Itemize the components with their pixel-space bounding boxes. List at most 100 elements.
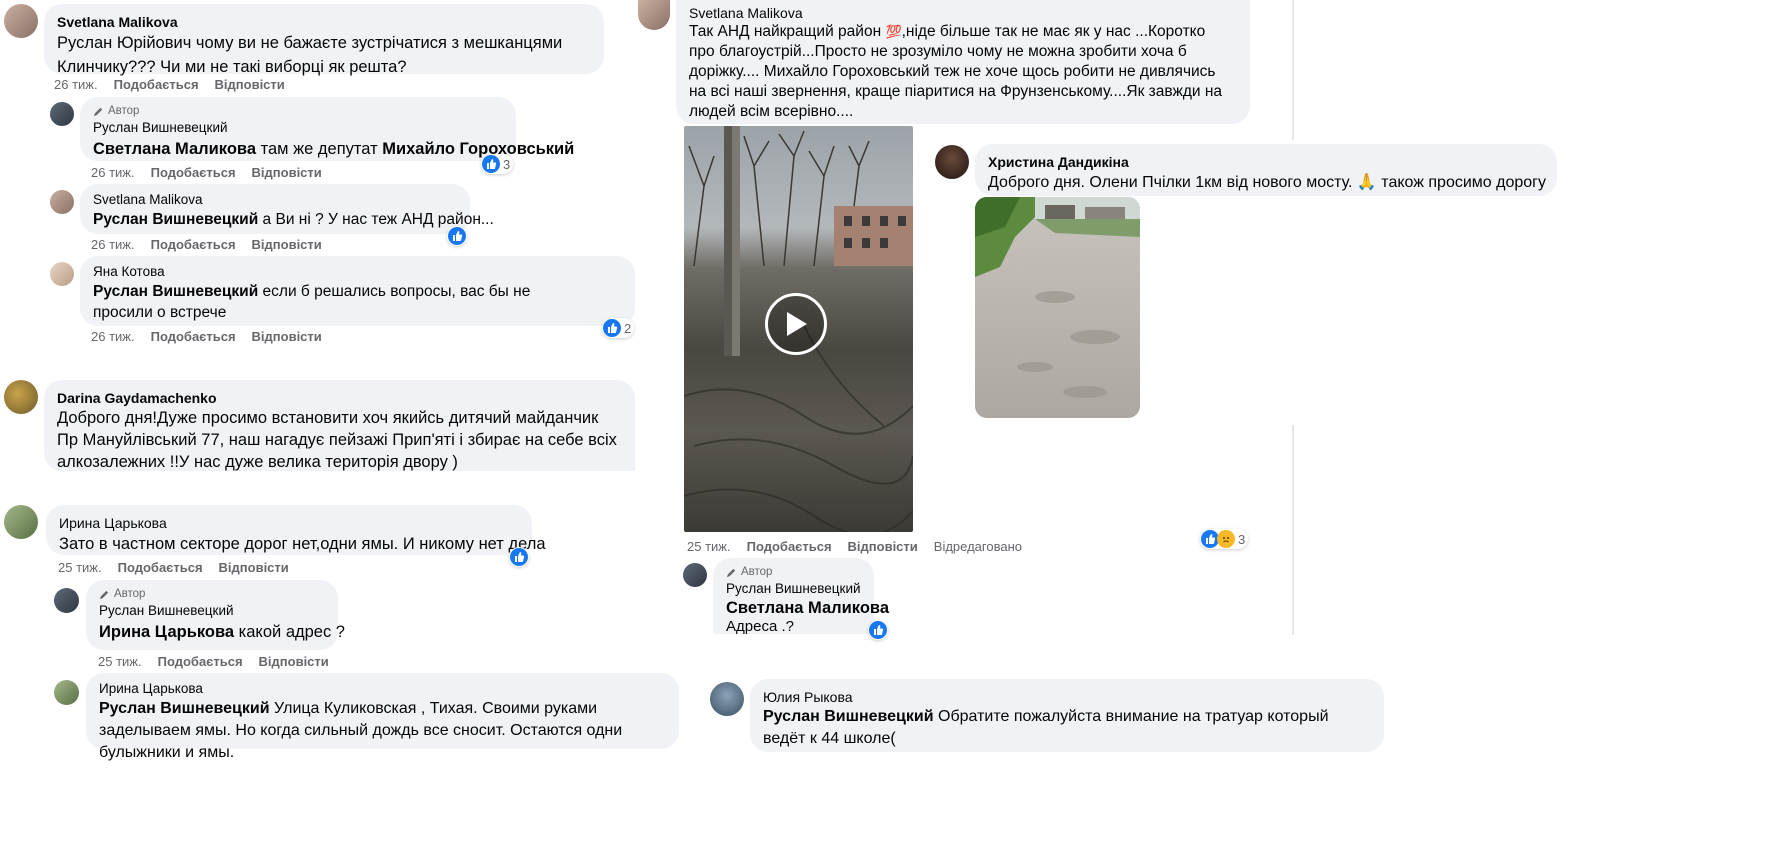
comment-text-part: какой адрес ? (234, 623, 345, 641)
thumbs-up-icon (869, 621, 887, 639)
avatar[interactable] (50, 190, 74, 214)
comment-meta: 26 тиж. Подобається Відповісти (54, 77, 301, 92)
reaction-count[interactable]: 2 (602, 318, 635, 338)
comment-time[interactable]: 26 тиж. (91, 165, 135, 180)
like-link[interactable]: Подобається (114, 77, 199, 92)
avatar[interactable] (710, 682, 744, 716)
avatar[interactable] (638, 0, 670, 30)
comment-author[interactable]: Яна Котова (93, 263, 622, 281)
reply-link[interactable]: Відповісти (252, 165, 322, 180)
comment-meta: 25 тиж. Подобається Відповісти Відредагован… (687, 539, 1038, 554)
reply-link[interactable]: Відповісти (252, 237, 322, 252)
avatar[interactable] (50, 102, 74, 126)
mention-link[interactable]: Светлана Маликова (726, 599, 889, 617)
comment-author[interactable]: Руслан Вишневецкий (726, 580, 861, 598)
pencil-icon (99, 590, 109, 599)
reply-link[interactable]: Відповісти (252, 329, 322, 344)
comment-text: Светлана Маликова там же депутат Михайло… (93, 137, 574, 161)
reaction-count[interactable] (868, 620, 888, 640)
reaction-number: 3 (1238, 531, 1246, 547)
reaction-count[interactable]: 3 (481, 154, 514, 174)
comment-author[interactable]: Руслан Вишневецкий (93, 119, 503, 137)
comment-text: Доброго дня!Дуже просимо встановити хоч … (57, 409, 617, 471)
mention-link[interactable]: Светлана Маликова (93, 140, 256, 158)
comment-text-part: там же депутат (256, 140, 383, 158)
mention-link[interactable]: Руслан Вишневецкий (93, 283, 258, 300)
comment-text: Руслан Вишневецкий Улица Куликовская , Т… (99, 698, 674, 764)
comment-time[interactable]: 26 тиж. (54, 77, 98, 92)
avatar[interactable] (935, 145, 969, 179)
comment-mention: Светлана Маликова (726, 598, 889, 618)
mention-link[interactable]: Михайло Гороховський (382, 140, 574, 158)
comment-author[interactable]: Руслан Вишневецкий (99, 602, 325, 620)
mention-link[interactable]: Руслан Вишневецкий (93, 211, 258, 228)
comment-time[interactable]: 25 тиж. (687, 539, 731, 554)
avatar[interactable] (4, 505, 38, 539)
reaction-count[interactable]: 3 (1200, 529, 1249, 549)
reply-link[interactable]: Відповісти (848, 539, 918, 554)
author-tag-label: Автор (114, 588, 146, 600)
comment-meta: 25 тиж. Подобається Відповісти (58, 560, 305, 575)
comment-author[interactable]: Svetlana Malikova (93, 191, 457, 209)
comment-author[interactable]: Svetlana Malikova (57, 13, 591, 31)
like-link[interactable]: Подобається (151, 237, 236, 252)
reaction-count[interactable] (509, 547, 529, 567)
comment-text: Доброго дня. Олени Пчілки 1км від нового… (988, 171, 1546, 195)
author-tag: Автор (99, 586, 325, 602)
comment-bubble: Юлия Рыкова Руслан Вишневецкий Обратите … (750, 679, 1384, 752)
reaction-count[interactable] (447, 226, 467, 246)
play-icon[interactable] (765, 293, 827, 355)
comment-text: Руслан Вишневецкий а Ви ні ? У нас теж А… (93, 209, 494, 231)
comment-author[interactable]: Ирина Царькова (99, 680, 666, 698)
like-link[interactable]: Подобається (151, 329, 236, 344)
comment-author[interactable]: Ирина Царькова (59, 514, 519, 532)
photo-attachment[interactable] (975, 197, 1140, 418)
avatar[interactable] (54, 680, 79, 705)
edited-label[interactable]: Відредаговано (934, 539, 1022, 554)
hundred-emoji-icon: 💯 (885, 24, 902, 39)
comment-author[interactable]: Darina Gaydamachenko (57, 389, 622, 407)
comment-time[interactable]: 25 тиж. (98, 654, 142, 669)
comment-time[interactable]: 26 тиж. (91, 237, 135, 252)
comment-bubble: Ирина Царькова Руслан Вишневецкий Улица … (86, 673, 679, 761)
road-photo (975, 197, 1140, 398)
comment-bubble: Яна Котова Руслан Вишневецкий если б реш… (80, 256, 635, 326)
comment-text: Ирина Царькова какой адрес ? (99, 620, 345, 644)
avatar[interactable] (683, 563, 707, 587)
comment-author[interactable]: Svetlana Malikova (689, 4, 1237, 22)
reply-link[interactable]: Відповісти (259, 654, 329, 669)
comment-author[interactable]: Юлия Рыкова (763, 688, 1371, 706)
like-link[interactable]: Подобається (151, 165, 236, 180)
avatar[interactable] (54, 588, 79, 613)
comment-meta: 26 тиж. Подобається Відповісти (91, 165, 338, 180)
like-link[interactable]: Подобається (118, 560, 203, 575)
pencil-icon (726, 568, 736, 577)
comment-bubble: Автор Руслан Вишневецкий Ирина Царькова … (86, 580, 345, 650)
comment-text: Так АНД найкращий район 💯,ніде більше та… (689, 22, 1224, 122)
comment-author[interactable]: Христина Дандикіна (988, 153, 1544, 171)
video-attachment[interactable] (684, 126, 913, 532)
thumbs-up-icon (482, 155, 500, 173)
avatar[interactable] (4, 4, 38, 38)
avatar[interactable] (50, 262, 74, 286)
author-tag-label: Автор (108, 105, 140, 117)
comment-bubble: Автор Руслан Вишневецкий Светлана Малико… (80, 97, 574, 161)
pencil-icon (93, 107, 103, 116)
comment-time[interactable]: 26 тиж. (91, 329, 135, 344)
avatar[interactable] (4, 380, 38, 414)
comment-meta: 25 тиж. Подобається Відповісти (98, 654, 345, 669)
like-link[interactable]: Подобається (158, 654, 243, 669)
author-tag: Автор (93, 103, 503, 119)
mention-link[interactable]: Руслан Вишневецкий (763, 708, 934, 725)
reply-link[interactable]: Відповісти (215, 77, 285, 92)
reply-link[interactable]: Відповісти (219, 560, 289, 575)
thumbs-up-icon (510, 548, 528, 566)
mention-link[interactable]: Ирина Царькова (99, 623, 234, 641)
like-link[interactable]: Подобається (747, 539, 832, 554)
comment-time[interactable]: 25 тиж. (58, 560, 102, 575)
comment-bubble: Svetlana Malikova Так АНД найкращий райо… (676, 0, 1250, 124)
thumbs-up-icon (448, 227, 466, 245)
thread-line (1292, 425, 1294, 635)
mention-link[interactable]: Руслан Вишневецкий (99, 700, 270, 717)
comment-meta: 26 тиж. Подобається Відповісти (91, 237, 338, 252)
